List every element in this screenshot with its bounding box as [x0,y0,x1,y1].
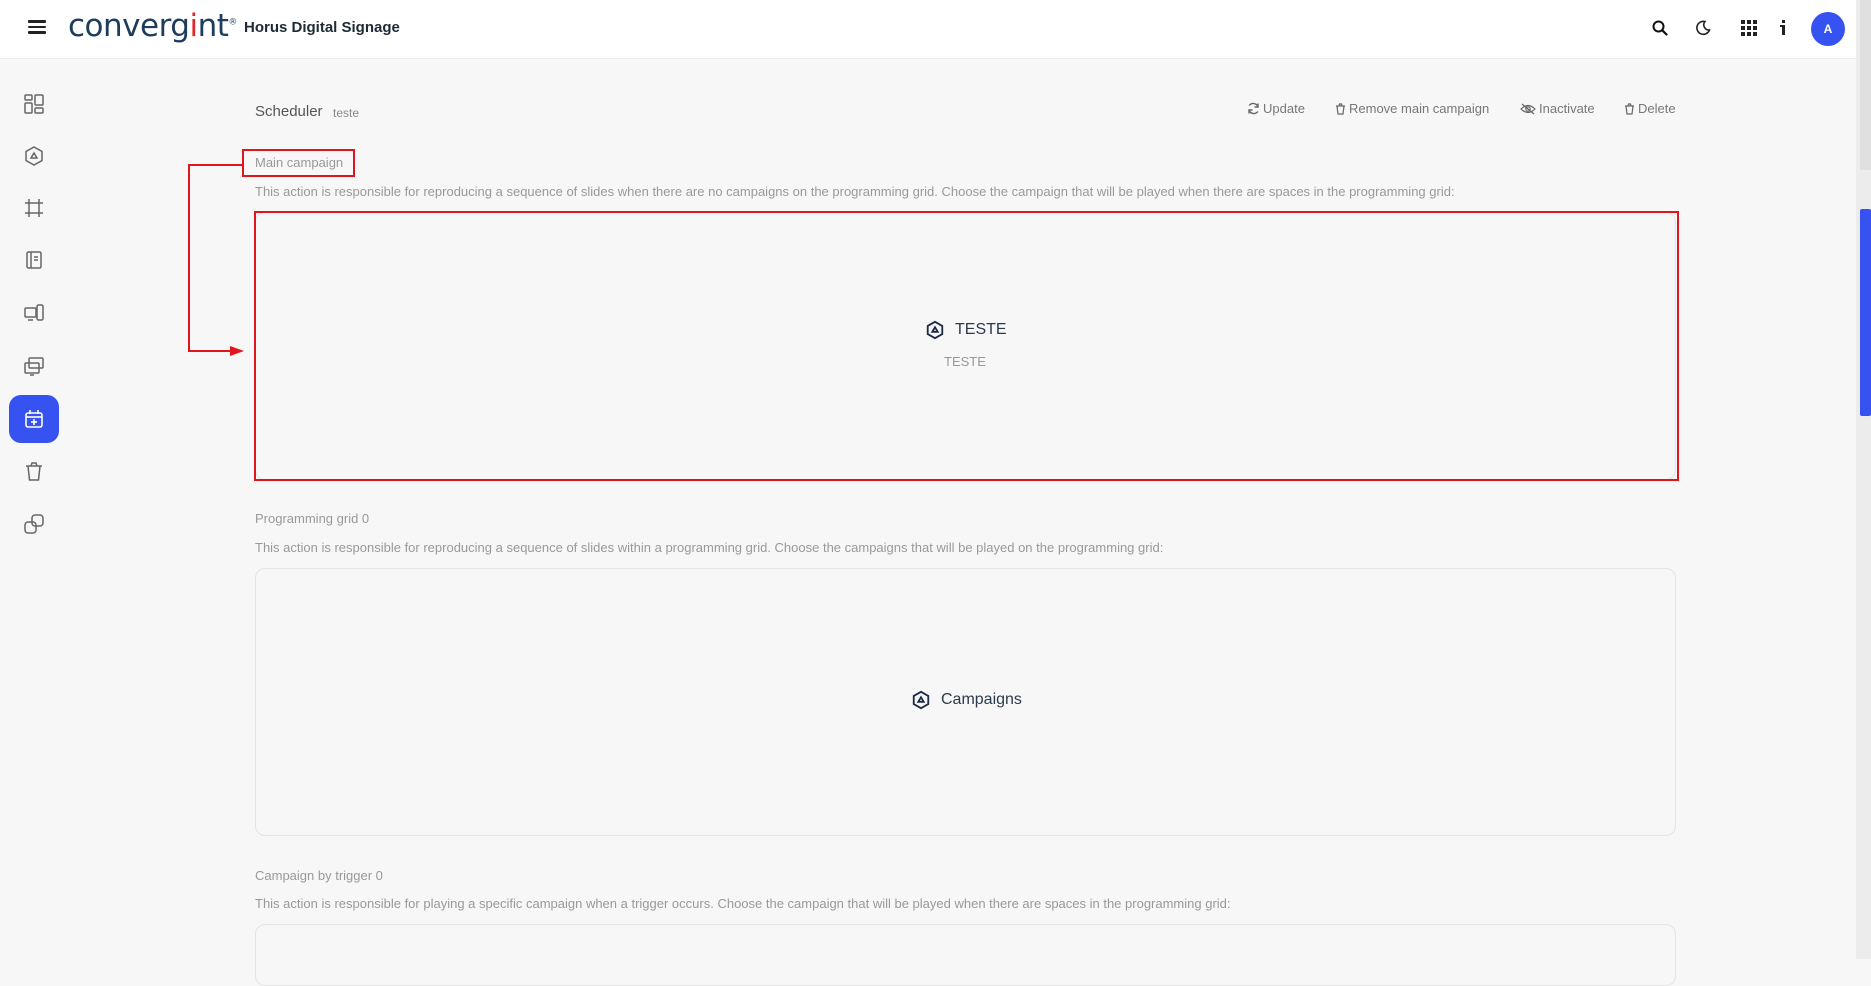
sidebar [0,59,70,959]
trigger-campaign-description: This action is responsible for playing a… [255,896,1231,911]
sidebar-item-screens[interactable] [9,342,59,390]
sidebar-item-trash[interactable] [9,448,59,496]
devices-icon [24,304,44,321]
delete-label: Delete [1638,101,1676,116]
sidebar-item-content[interactable] [9,236,59,284]
delete-button[interactable]: Delete [1624,101,1676,116]
annotation-line-vertical [188,164,190,352]
update-button[interactable]: Update [1247,101,1305,116]
remove-main-campaign-button[interactable]: Remove main campaign [1335,101,1489,116]
frame-icon [25,199,43,217]
document-icon [26,251,42,269]
top-bar: convergint® Horus Digital Signage A [0,0,1856,59]
sidebar-item-campaigns[interactable] [9,132,59,180]
inactivate-button[interactable]: Inactivate [1520,101,1595,116]
page-subtitle: teste [333,106,360,120]
trash-icon [1336,102,1345,115]
apps-grid-icon[interactable] [1737,16,1761,40]
programming-grid-description: This action is responsible for reproduci… [255,540,1164,555]
search-icon[interactable] [1648,16,1672,40]
scrollbar-track-upper [1860,0,1871,170]
moon-icon[interactable] [1691,16,1715,40]
scrollbar-thumb[interactable] [1860,209,1871,416]
screens-icon [24,357,44,376]
sidebar-item-devices[interactable] [9,289,59,337]
main-campaign-description: This action is responsible for reproduci… [255,184,1455,199]
annotation-line-top [188,164,243,166]
sidebar-item-dashboard[interactable] [9,80,59,128]
calendar-plus-icon [25,410,43,428]
scrollbar[interactable] [1856,0,1871,959]
sidebar-item-layouts[interactable] [9,184,59,232]
avatar[interactable]: A [1811,12,1845,46]
campaign-icon [912,690,930,710]
info-icon[interactable] [1771,16,1795,40]
link-icon [24,514,44,534]
trash-icon [26,462,42,481]
sidebar-item-scheduler[interactable] [9,395,59,443]
trigger-campaign-label: Campaign by trigger 0 [255,868,383,883]
campaigns-placeholder-label: Campaigns [941,691,1022,708]
menu-icon[interactable] [28,17,46,35]
campaigns-placeholder[interactable]: Campaigns [911,690,1022,710]
app-title: Horus Digital Signage [244,19,400,36]
annotation-box-label [242,149,355,177]
update-label: Update [1263,101,1305,116]
refresh-icon [1248,102,1259,115]
sidebar-item-integrations[interactable] [9,500,59,548]
page-title: Scheduler [255,103,323,120]
programming-grid-label: Programming grid 0 [255,511,370,526]
inactivate-label: Inactivate [1539,101,1595,116]
dashboard-icon [24,94,44,114]
campaign-icon [25,146,43,166]
logo[interactable]: convergint® [68,8,237,44]
annotation-box-panel [254,211,1679,481]
annotation-arrow-head [230,346,244,356]
trigger-campaign-panel[interactable] [255,924,1676,986]
eye-off-icon [1520,103,1536,114]
trash-icon [1625,102,1634,115]
remove-main-label: Remove main campaign [1349,101,1490,116]
programming-grid-panel[interactable]: Campaigns [255,568,1676,836]
